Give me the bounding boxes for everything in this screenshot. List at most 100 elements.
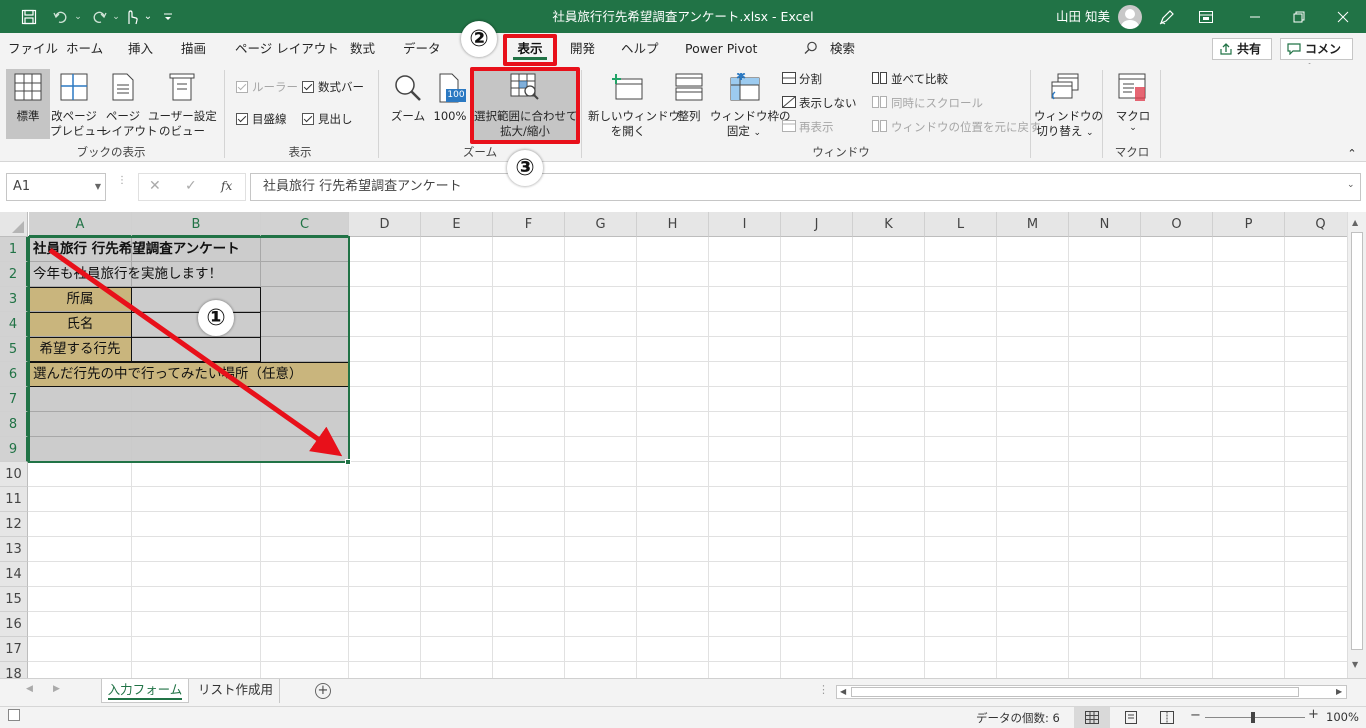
tab-formulas[interactable]: 数式: [350, 33, 375, 64]
grid-view-icon: [1085, 711, 1099, 724]
page-break-icon: [60, 73, 88, 101]
switch-windows-label-1: ウィンドウの: [1034, 109, 1103, 123]
switch-windows-label-2-text: 切り替え: [1036, 124, 1083, 138]
scroll-left-icon[interactable]: ◀: [840, 686, 846, 698]
switch-windows-label-2: 切り替え ⌄: [1034, 124, 1096, 141]
page-layout-view-icon[interactable]: [1124, 711, 1138, 724]
ruler-label: ルーラー: [252, 80, 298, 94]
hide-button[interactable]: 表示しない: [782, 96, 857, 111]
view-tab-highlight: [503, 34, 557, 66]
expand-formula-icon[interactable]: ⌄: [1347, 180, 1355, 190]
close-icon[interactable]: [1328, 0, 1358, 33]
arrange-all-button[interactable]: 整列: [670, 69, 708, 139]
formula-input[interactable]: 社員旅行 行先希望調査アンケート: [250, 173, 1361, 201]
pen-icon[interactable]: [1155, 0, 1179, 33]
formula-bar-checkbox[interactable]: 数式バー: [302, 80, 364, 95]
drag-handle-icon[interactable]: ⋮: [117, 176, 127, 194]
tab-help[interactable]: ヘルプ: [621, 33, 659, 64]
tab-insert[interactable]: 挿入: [128, 33, 153, 64]
share-button[interactable]: 共有: [1212, 38, 1272, 60]
zoom-group-label: ズーム: [462, 145, 498, 159]
gridlines-checkbox[interactable]: 目盛線: [236, 112, 287, 127]
page-layout-icon: [112, 73, 134, 101]
worksheet-grid[interactable]: ABCDEFGHIJKLMNOPQ 1 2 3 4 5 6 7 8 9 10 11 12 13 14 15 1…: [0, 212, 1366, 678]
tab-file[interactable]: ファイル: [8, 33, 58, 64]
freeze-panes-button[interactable]: ✱ ウィンドウ枠の 固定 ⌄: [710, 69, 791, 139]
chevron-down-icon: ⌄: [753, 128, 762, 138]
search-label[interactable]: 検索: [830, 33, 855, 64]
magnifier-icon: [395, 75, 421, 101]
name-box[interactable]: A1 ▼: [6, 173, 106, 201]
page-break-label-1: 改ページ: [51, 109, 97, 123]
sheet-tab-list[interactable]: リスト作成用: [192, 679, 280, 703]
zoom-out-icon[interactable]: −: [1190, 708, 1201, 723]
horizontal-scrollbar[interactable]: ◀ ▶: [836, 685, 1347, 699]
user-name[interactable]: 山田 知美: [1056, 0, 1110, 33]
normal-view-button[interactable]: 標準: [6, 69, 50, 139]
add-sheet-icon[interactable]: +: [315, 683, 331, 699]
custom-views-button[interactable]: ユーザー設定 のビュー: [148, 69, 217, 139]
tab-splitter-icon[interactable]: ⋮: [818, 683, 829, 696]
split-label: 分割: [799, 72, 822, 86]
scroll-right-icon[interactable]: ▶: [1336, 686, 1342, 698]
avatar[interactable]: [1118, 5, 1142, 29]
tab-draw[interactable]: 描画: [181, 33, 206, 64]
window-group-label: ウィンドウ: [812, 145, 870, 159]
custom-views-label-1: ユーザー設定: [148, 109, 217, 123]
zoom-slider-thumb[interactable]: [1251, 712, 1255, 723]
title-bar: ⌄ ⌄ ⌄ 社員旅行行先希望調査アンケート.xlsx - Excel 山田 知美: [0, 0, 1366, 33]
headings-checkbox[interactable]: 見出し: [302, 112, 353, 127]
page-layout-label-1: ページ: [105, 109, 141, 123]
chevron-down-icon: ⌄: [1086, 128, 1094, 138]
unhide-button[interactable]: 再表示: [782, 120, 834, 135]
tab-data[interactable]: データ: [403, 33, 441, 64]
insert-function-icon[interactable]: fx: [221, 179, 232, 193]
zoom-button[interactable]: ズーム: [388, 69, 428, 139]
sheet-tab-input-form[interactable]: 入力フォーム: [101, 679, 189, 703]
page-break-view-icon[interactable]: [1160, 711, 1174, 724]
prev-sheet-icon[interactable]: ◀: [26, 684, 33, 694]
count-summary[interactable]: データの個数: 6: [976, 710, 1060, 726]
page-layout-button[interactable]: ページ レイアウト: [100, 69, 158, 139]
zoom-label: ズーム: [390, 109, 426, 123]
tab-developer[interactable]: 開発: [570, 33, 595, 64]
ribbon: 標準 改ページ プレビュー ページ レイアウト ユーザー設定 のビュー ブックの…: [0, 64, 1366, 162]
enter-icon[interactable]: ✓: [185, 178, 197, 194]
switch-windows-icon: [1051, 73, 1079, 100]
normal-view-status-button[interactable]: [1074, 707, 1110, 728]
horizontal-scroll-thumb[interactable]: [851, 687, 1299, 697]
sync-scroll-icon: [872, 96, 887, 108]
comment-button[interactable]: コメント: [1280, 38, 1353, 76]
macro-icon: [1118, 73, 1146, 101]
cancel-icon[interactable]: ✕: [149, 178, 161, 194]
ribbon-separator: [224, 70, 225, 158]
sync-scroll-button[interactable]: 同時にスクロール: [872, 96, 983, 111]
tab-page-layout[interactable]: ページ レイアウト: [235, 33, 339, 64]
zoom-100-button[interactable]: 100 100%: [430, 69, 470, 139]
ribbon-display-icon[interactable]: [1196, 0, 1216, 33]
status-bar: データの個数: 6 − + 100%: [0, 706, 1366, 728]
restore-icon[interactable]: [1284, 0, 1314, 33]
zoom-slider-track[interactable]: [1205, 717, 1305, 718]
tab-home[interactable]: ホーム: [66, 33, 103, 64]
minimize-icon[interactable]: [1240, 0, 1270, 33]
page-break-label-2: プレビュー: [50, 124, 108, 138]
reset-position-icon: [872, 120, 887, 132]
zoom-level[interactable]: 100%: [1326, 710, 1359, 724]
macros-button[interactable]: マクロ ⌄: [1108, 69, 1158, 139]
tab-power-pivot[interactable]: Power Pivot: [685, 33, 757, 64]
new-window-button[interactable]: 新しいウィンドウ を開く: [588, 69, 680, 139]
search-icon[interactable]: [804, 33, 818, 64]
ruler-checkbox[interactable]: ルーラー: [236, 80, 298, 95]
reset-window-position-button[interactable]: ウィンドウの位置を元に戻す: [872, 120, 1041, 135]
chevron-down-icon[interactable]: ▼: [95, 174, 101, 200]
next-sheet-icon[interactable]: ▶: [53, 684, 60, 694]
collapse-ribbon-icon[interactable]: ⌃: [1344, 146, 1360, 161]
view-side-by-side-button[interactable]: 並べて比較: [872, 72, 948, 87]
arrange-icon: [675, 73, 703, 101]
zoom-in-icon[interactable]: +: [1308, 707, 1319, 722]
switch-windows-button[interactable]: ウィンドウの 切り替え ⌄: [1034, 69, 1103, 141]
split-button[interactable]: 分割: [782, 72, 822, 87]
macro-record-icon[interactable]: [8, 709, 20, 721]
page-break-preview-button[interactable]: 改ページ プレビュー: [50, 69, 108, 139]
